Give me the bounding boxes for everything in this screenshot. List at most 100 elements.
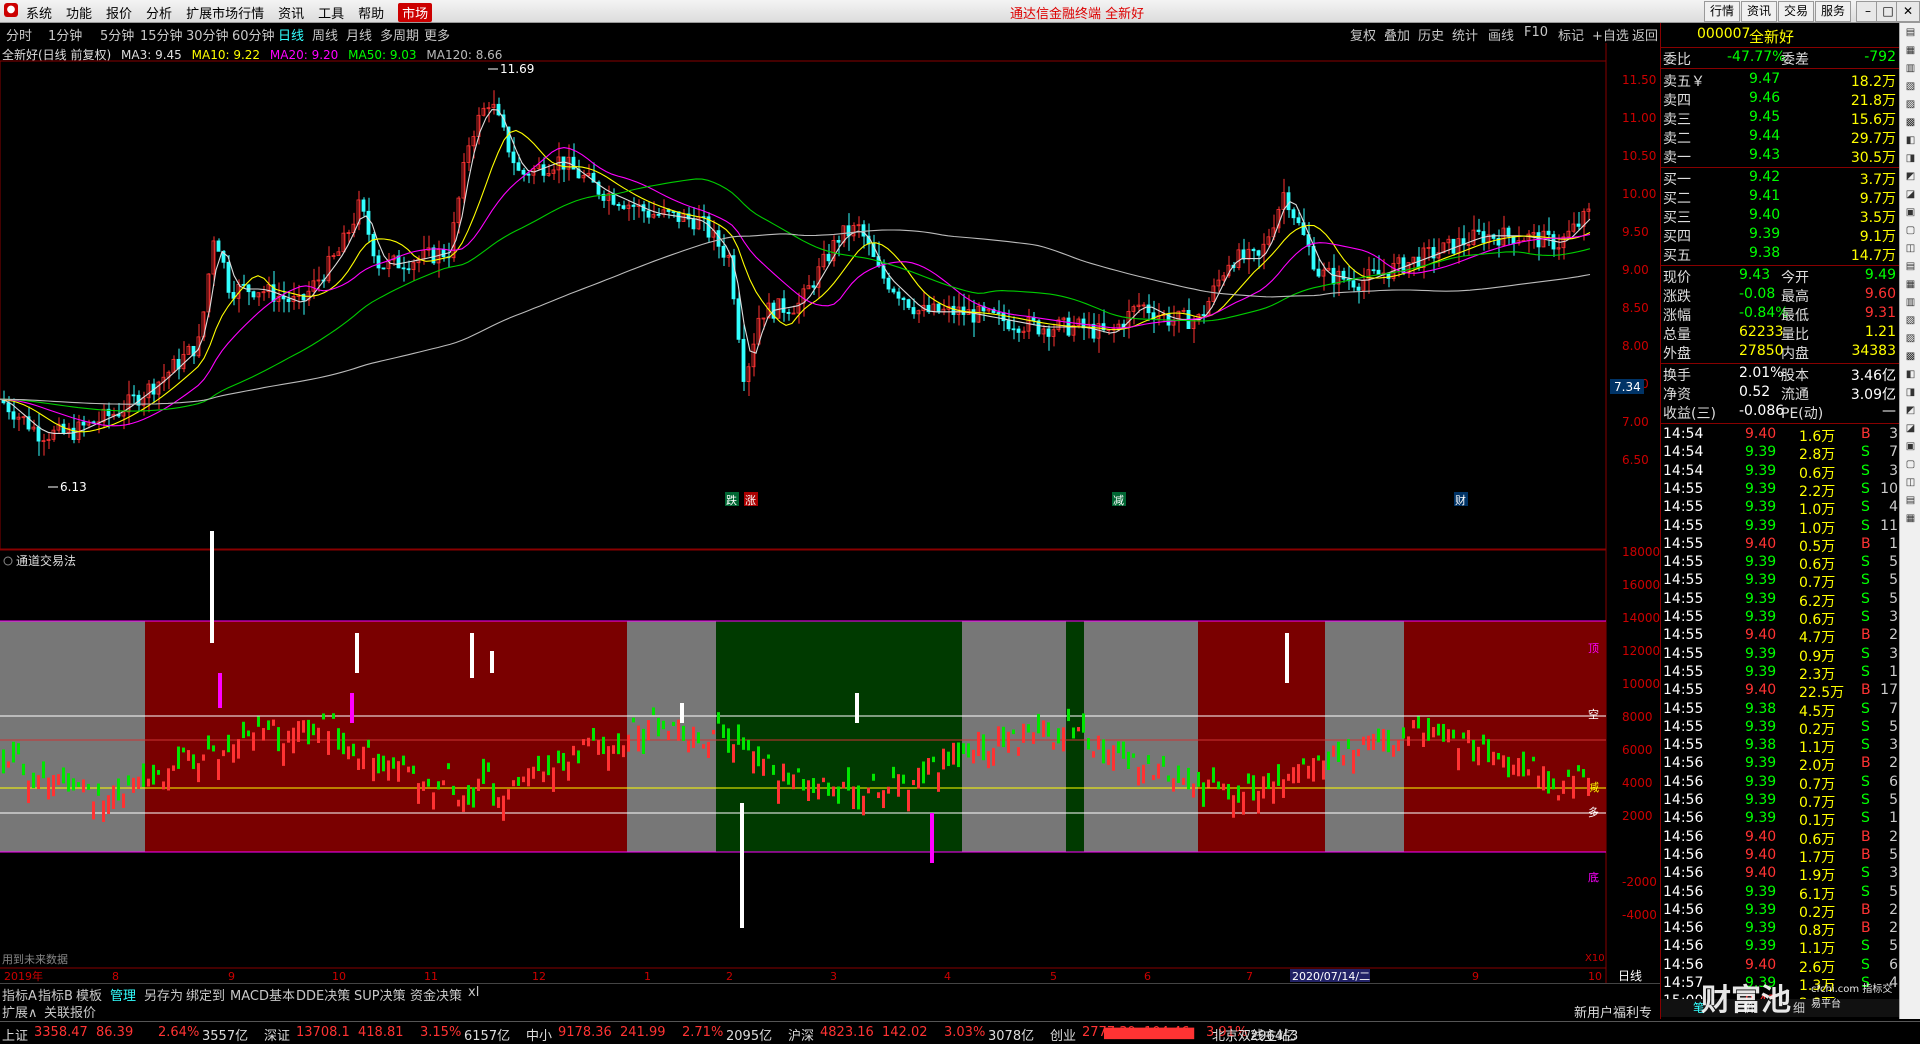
tool-stats[interactable]: 统计 xyxy=(1452,25,1478,44)
toolbar-icon[interactable]: ▤ xyxy=(1901,493,1920,509)
indicator-bar xyxy=(677,719,680,741)
quote-cell: 3 xyxy=(1889,865,1898,882)
toolbar-icon[interactable]: ▧ xyxy=(1901,79,1920,95)
toolbar-icon[interactable]: ▢ xyxy=(1901,223,1920,239)
indicator-spike xyxy=(930,813,934,863)
period-15min[interactable]: 15分钟 xyxy=(140,25,183,44)
menu-analysis[interactable]: 分析 xyxy=(146,3,172,22)
tool-history[interactable]: 历史 xyxy=(1418,25,1444,44)
menu-function[interactable]: 功能 xyxy=(66,3,92,22)
marker-zhang[interactable]: 涨 xyxy=(745,494,756,507)
quote-cell: 2 xyxy=(1889,627,1898,644)
menu-market[interactable]: 市场 xyxy=(398,3,433,22)
period-tick[interactable]: 分时 xyxy=(6,25,32,44)
toolbar-icon[interactable]: ▤ xyxy=(1901,259,1920,275)
tool-f10[interactable]: F10 xyxy=(1524,25,1548,40)
toolbar-icon[interactable]: ◩ xyxy=(1901,169,1920,185)
toolbar-icon[interactable]: ▨ xyxy=(1901,97,1920,113)
toolbar-icon[interactable]: ▧ xyxy=(1901,313,1920,329)
toolbar-icon[interactable]: ◧ xyxy=(1901,367,1920,383)
indicator-bar xyxy=(572,745,575,756)
tab-xl[interactable]: xl xyxy=(468,985,479,1000)
chart-area[interactable]: 11.50 11.00 10.50 10.00 9.50 9.00 8.50 8… xyxy=(0,43,1660,983)
menu-system[interactable]: 系统 xyxy=(26,3,52,22)
indicator-bar xyxy=(1242,791,1245,815)
toolbar-icon[interactable]: ▤ xyxy=(1901,25,1920,41)
indicator-bar xyxy=(202,754,205,761)
news-button[interactable]: 资讯 xyxy=(1741,1,1778,22)
tool-back[interactable]: 返回 xyxy=(1632,25,1658,44)
toolbar-icon[interactable]: ▣ xyxy=(1901,205,1920,221)
toolbar-icon[interactable]: ▦ xyxy=(1901,277,1920,293)
indicator-bar xyxy=(22,763,25,776)
toolbar-icon[interactable]: ▥ xyxy=(1901,61,1920,77)
quote-cell: B xyxy=(1861,828,1871,845)
toolbar-icon[interactable]: ▩ xyxy=(1901,349,1920,365)
tool-draw[interactable]: 画线 xyxy=(1488,25,1514,44)
toolbar-icon[interactable]: ▢ xyxy=(1901,457,1920,473)
candle-body xyxy=(906,299,911,308)
period-daily[interactable]: 日线 xyxy=(278,25,304,44)
quote-cell: 1.21 xyxy=(1864,324,1896,340)
indicator-bar xyxy=(1442,723,1445,742)
period-more[interactable]: 更多 xyxy=(424,25,450,44)
toolbar-icon[interactable]: ▩ xyxy=(1901,115,1920,131)
close-icon[interactable]: ✕ xyxy=(1896,1,1920,22)
service-button[interactable]: 服务 xyxy=(1815,1,1852,22)
indicator-bar xyxy=(1137,766,1140,786)
marker-cai[interactable]: 财 xyxy=(1455,493,1466,507)
indicator-bar xyxy=(617,733,620,755)
period-30min[interactable]: 30分钟 xyxy=(186,25,229,44)
menu-tools[interactable]: 工具 xyxy=(318,3,344,22)
toolbar-icon[interactable]: ▥ xyxy=(1901,295,1920,311)
toolbar-icon[interactable]: ◫ xyxy=(1901,475,1920,491)
period-5min[interactable]: 5分钟 xyxy=(100,25,134,44)
expand-button[interactable]: 扩展∧ xyxy=(2,1002,38,1021)
toolbar-icon[interactable]: ◪ xyxy=(1901,187,1920,203)
related-quote-tab[interactable]: 关联报价 xyxy=(44,1002,96,1021)
toolbar-icon[interactable]: ◫ xyxy=(1901,241,1920,257)
period-weekly[interactable]: 周线 xyxy=(312,25,338,44)
toolbar-icon[interactable]: ◪ xyxy=(1901,421,1920,437)
quote-cell: 0.6万 xyxy=(1799,557,1836,574)
trade-button[interactable]: 交易 xyxy=(1778,1,1815,22)
tool-overlay[interactable]: 叠加 xyxy=(1384,25,1410,44)
indicator-bar xyxy=(882,790,885,809)
quote-cell: 卖五￥ xyxy=(1663,74,1705,90)
status-site[interactable]: 北京双线主站3 xyxy=(1212,1025,1298,1044)
tool-add-watch[interactable]: +自选 xyxy=(1592,25,1629,44)
toolbar-icon[interactable]: ▣ xyxy=(1901,439,1920,455)
candle-body xyxy=(1011,328,1016,331)
toolbar-icon[interactable]: ◨ xyxy=(1901,385,1920,401)
marker-jian[interactable]: 减 xyxy=(1113,494,1124,507)
toolbar-icon[interactable]: ◩ xyxy=(1901,403,1920,419)
menu-quote[interactable]: 报价 xyxy=(106,3,132,22)
menu-news[interactable]: 资讯 xyxy=(278,3,304,22)
toolbar-icon[interactable]: ▦ xyxy=(1901,511,1920,527)
candle-body xyxy=(951,305,956,315)
indicator-bar xyxy=(1097,735,1100,750)
toolbar-icon[interactable]: ▨ xyxy=(1901,331,1920,347)
toolbar-icon[interactable]: ◨ xyxy=(1901,151,1920,167)
tool-fuquan[interactable]: 复权 xyxy=(1350,25,1376,44)
quote-cell: 2 xyxy=(1889,901,1898,918)
toolbar-icon[interactable]: ◧ xyxy=(1901,133,1920,149)
quote-button[interactable]: 行情 xyxy=(1704,1,1741,22)
x-highlight: 2020/07/14/二 xyxy=(1292,970,1370,983)
tool-mark[interactable]: 标记 xyxy=(1558,25,1584,44)
quote-cell: 9.38 xyxy=(1749,245,1781,261)
quote-row: 14:55 9.40 22.5万 B 17 xyxy=(1661,682,1900,701)
period-1min[interactable]: 1分钟 xyxy=(48,25,82,44)
indicator-collapse-icon[interactable] xyxy=(3,556,13,566)
period-multi[interactable]: 多周期 xyxy=(380,25,419,44)
menu-ext-market[interactable]: 扩展市场行情 xyxy=(186,3,264,22)
toolbar-icon[interactable]: ▦ xyxy=(1901,43,1920,59)
tab-xi[interactable]: 细 xyxy=(1793,999,1805,1016)
candle-body xyxy=(541,164,546,176)
marker-die[interactable]: 跌 xyxy=(726,493,737,507)
quote-cell: 1.1万 xyxy=(1799,740,1836,757)
menu-help[interactable]: 帮助 xyxy=(358,3,384,22)
period-60min[interactable]: 60分钟 xyxy=(232,25,275,44)
quote-cell: 内盘 xyxy=(1781,346,1809,362)
period-monthly[interactable]: 月线 xyxy=(346,25,372,44)
